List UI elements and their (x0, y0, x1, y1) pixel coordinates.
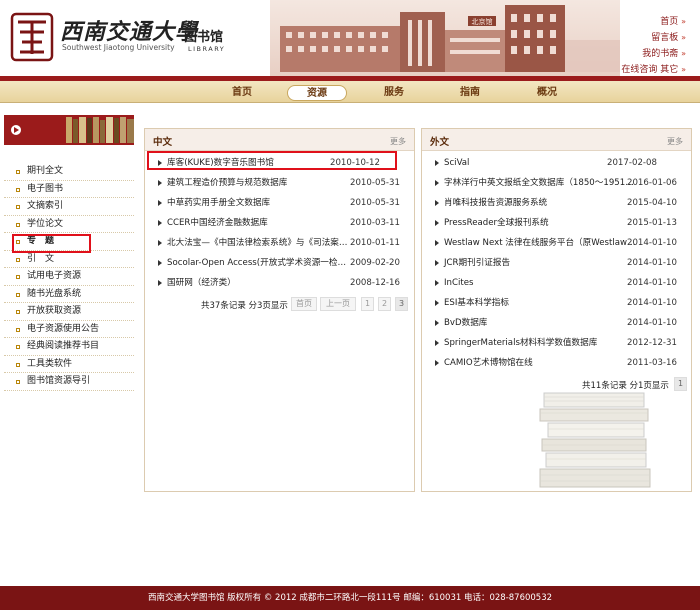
bullet-icon (16, 380, 20, 384)
bullet-icon (16, 310, 20, 314)
toplink-home[interactable]: 首页 » (621, 14, 686, 30)
first-page-button[interactable]: 首页 (291, 297, 317, 311)
triangle-bullet-icon (158, 200, 162, 206)
list-item[interactable]: PressReader全球报刊系统 2015-01-13 (422, 213, 691, 233)
sidebar-item-citations[interactable]: 引 文 (4, 251, 134, 268)
panel-header: 中文 更多 (145, 129, 414, 151)
list-item[interactable]: 肖唯科技报告资源服务系统 2015-04-10 (422, 193, 691, 213)
list-item[interactable]: SciVal 2017-02-08 (422, 153, 691, 173)
bullet-icon (16, 187, 20, 192)
triangle-bullet-icon (435, 240, 439, 246)
list-item[interactable]: JCR期刊引证报告 2014-01-10 (422, 253, 691, 273)
pagination: 共37条记录 分3页显示 首页 上一页 1 2 3 (145, 296, 414, 314)
triangle-bullet-icon (158, 260, 162, 266)
highlight-box-row (147, 151, 397, 170)
list-item[interactable]: ESI基本科学指标 2014-01-10 (422, 293, 691, 313)
triangle-bullet-icon (158, 280, 162, 286)
triangle-bullet-icon (435, 200, 439, 206)
library-name-en: LIBRARY (188, 45, 226, 53)
pagination-summary: 共37条记录 分3页显示 (201, 301, 288, 311)
list-item[interactable]: 字林洋行中英文报纸全文数据库（1850～1951… 2016-01-06 (422, 173, 691, 193)
page-1-button[interactable]: 1 (674, 377, 687, 391)
university-seal-icon (10, 12, 54, 62)
panel-title: 外文 (430, 137, 450, 148)
sidebar-item-theses[interactable]: 学位论文 (4, 216, 134, 233)
library-building-banner: 北京馆 (270, 0, 620, 76)
nav-home[interactable]: 首页 (212, 85, 272, 101)
bullet-icon (16, 257, 20, 262)
triangle-bullet-icon (435, 180, 439, 186)
library-name-cn: 图书馆 (184, 30, 224, 45)
nav-resources[interactable]: 资源 (287, 85, 347, 101)
main-nav: 首页 资源 服务 指南 概况 (0, 81, 700, 103)
list-item[interactable]: CAMIO艺术博物馆在线 2011-03-16 (422, 353, 691, 373)
book-stack-illustration (539, 392, 651, 488)
sidebar-books-banner (4, 115, 134, 145)
panel-title: 中文 (153, 137, 173, 148)
sidebar-item-usage-notice[interactable]: 电子资源使用公告 (4, 321, 134, 338)
list-item[interactable]: InCites 2014-01-10 (422, 273, 691, 293)
nav-guide[interactable]: 指南 (440, 85, 500, 101)
sidebar-item-classic-reading[interactable]: 经典阅读推荐书目 (4, 338, 134, 356)
triangle-bullet-icon (158, 180, 162, 186)
triangle-bullet-icon (435, 220, 439, 226)
list-item[interactable]: BvD数据库 2014-01-10 (422, 313, 691, 333)
page-2-button[interactable]: 2 (378, 297, 391, 311)
sidebar-item-open-access[interactable]: 开放获取资源 (4, 303, 134, 321)
triangle-bullet-icon (435, 340, 439, 346)
highlight-box-sidebar (12, 234, 91, 253)
triangle-bullet-icon (435, 260, 439, 266)
triangle-bullet-icon (158, 220, 162, 226)
sidebar-menu: 期刊全文 电子图书 文摘索引 学位论文 专 题 引 文 试用电子资源 随书光盘系… (4, 163, 134, 391)
list-item[interactable]: 中草药实用手册全文数据库 2010-05-31 (145, 193, 414, 213)
nav-services[interactable]: 服务 (364, 85, 424, 101)
bullet-icon (16, 292, 20, 297)
bullet-icon (16, 222, 20, 227)
top-links: 首页 » 留言板 » 我的书斋 » 在线咨询 其它 » (621, 14, 686, 78)
toplink-my-library[interactable]: 我的书斋 » (621, 46, 686, 62)
bullet-icon (16, 170, 20, 174)
list-item[interactable]: Westlaw Next 法律在线服务平台（原Westlaw… 2014-01-1… (422, 233, 691, 253)
university-name-cn[interactable]: 西南交通大學 (60, 14, 198, 46)
site-footer: 西南交通大学图书馆 版权所有 © 2012 成都市二环路北一段111号 邮编：6… (0, 586, 700, 610)
bullet-icon (16, 345, 20, 349)
triangle-bullet-icon (435, 320, 439, 326)
sidebar-item-trial-resources[interactable]: 试用电子资源 (4, 268, 134, 286)
chinese-resources-panel: 中文 更多 库客(KUKE)数字音乐图书馆 2010-10-12 建筑工程造价预算… (144, 128, 415, 492)
sidebar-item-cd-system[interactable]: 随书光盘系统 (4, 286, 134, 303)
toplink-guestbook[interactable]: 留言板 » (621, 30, 686, 46)
list-item[interactable]: SpringerMaterials材料科学数值数据库 2012-12-31 (422, 333, 691, 353)
sidebar-item-resource-guide[interactable]: 图书馆资源导引 (4, 373, 134, 391)
list-item[interactable]: Socolar-Open Access(开放式学术资源一检… 2009-02-20 (145, 253, 414, 273)
more-link[interactable]: 更多 (667, 136, 683, 147)
triangle-bullet-icon (435, 160, 439, 166)
bullet-icon (16, 205, 20, 209)
building-sign: 北京馆 (472, 17, 493, 26)
sidebar-item-abstracts[interactable]: 文摘索引 (4, 198, 134, 216)
triangle-bullet-icon (435, 360, 439, 366)
sidebar-item-journals[interactable]: 期刊全文 (4, 163, 134, 181)
triangle-bullet-icon (158, 240, 162, 246)
sidebar-item-ebooks[interactable]: 电子图书 (4, 181, 134, 198)
more-link[interactable]: 更多 (390, 136, 406, 147)
page-1-button[interactable]: 1 (361, 297, 374, 311)
list-item[interactable]: 建筑工程造价预算与规范数据库 2010-05-31 (145, 173, 414, 193)
nav-overview[interactable]: 概况 (517, 85, 577, 101)
bullet-icon (16, 327, 20, 332)
page-3-button[interactable]: 3 (395, 297, 408, 311)
list-item[interactable]: CCER中国经济金融数据库 2010-03-11 (145, 213, 414, 233)
list-item[interactable]: 国研网（经济类） 2008-12-16 (145, 273, 414, 293)
list-item[interactable]: 北大法宝—《中国法律检索系统》与《司法案… 2010-01-11 (145, 233, 414, 253)
site-header: 西南交通大學 Southwest Jiaotong University 图书馆… (0, 0, 700, 76)
panel-header: 外文 更多 (422, 129, 691, 151)
triangle-bullet-icon (435, 280, 439, 286)
prev-page-button[interactable]: 上一页 (320, 297, 356, 311)
bullet-icon (16, 275, 20, 279)
triangle-bullet-icon (435, 300, 439, 306)
sidebar-item-tools[interactable]: 工具类软件 (4, 356, 134, 373)
university-name-en: Southwest Jiaotong University (62, 43, 175, 52)
bullet-icon (16, 362, 20, 367)
